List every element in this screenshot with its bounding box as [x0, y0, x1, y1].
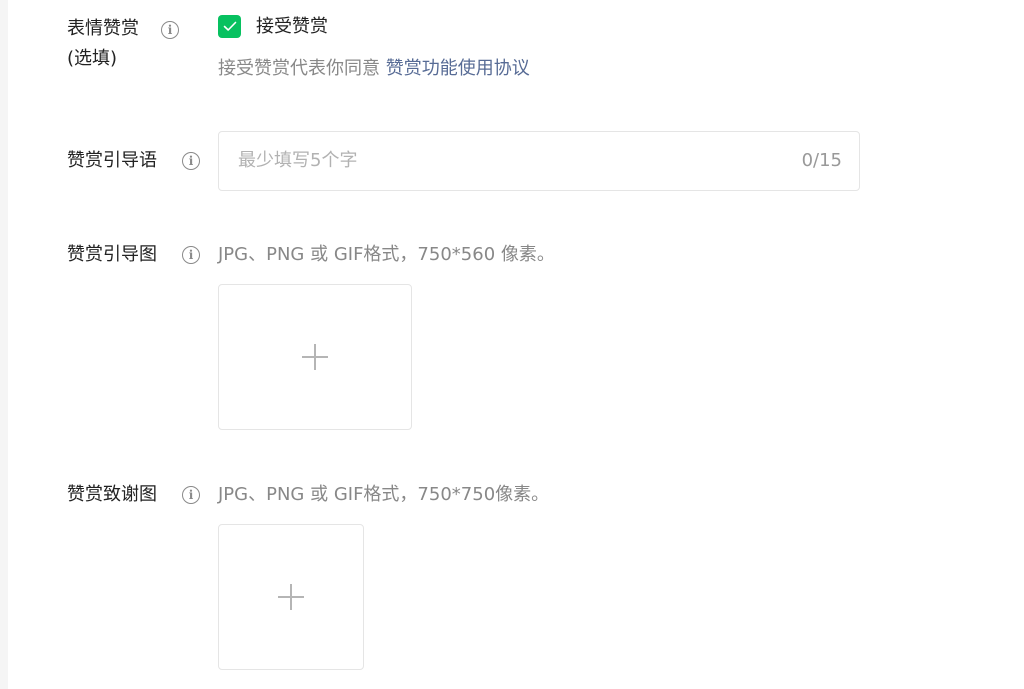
info-circle-icon[interactable]: i	[182, 152, 200, 170]
agreement-prefix: 接受赞赏代表你同意	[218, 58, 386, 79]
agreement-hint: 接受赞赏代表你同意 赞赏功能使用协议	[218, 54, 530, 84]
guide-text-char-counter: 0/15	[801, 150, 842, 171]
thanks-image-format-hint: JPG、PNG 或 GIF格式，750*750像素。	[218, 484, 550, 505]
checkmark-icon	[223, 21, 236, 31]
accept-reward-checkbox[interactable]	[218, 15, 241, 38]
agreement-link[interactable]: 赞赏功能使用协议	[386, 58, 530, 79]
guide-image-upload-button[interactable]	[218, 284, 412, 430]
guide-text-input[interactable]: 最少填写5个字 0/15	[218, 131, 860, 191]
reward-label: 表情赞赏 (选填)	[67, 14, 139, 74]
guide-text-placeholder: 最少填写5个字	[238, 150, 358, 171]
plus-icon	[278, 584, 304, 610]
guide-image-format-hint: JPG、PNG 或 GIF格式，750*560 像素。	[218, 244, 555, 265]
reward-settings-form: 表情赞赏 (选填) i 接受赞赏 接受赞赏代表你同意 赞赏功能使用协议 赞赏引导…	[0, 0, 1024, 689]
thanks-image-upload-button[interactable]	[218, 524, 364, 670]
info-circle-icon[interactable]: i	[161, 21, 179, 39]
accept-reward-label[interactable]: 接受赞赏	[256, 12, 328, 42]
reward-label-optional: (选填)	[67, 48, 118, 69]
info-circle-icon[interactable]: i	[182, 486, 200, 504]
left-panel-edge	[0, 0, 8, 689]
guide-image-label: 赞赏引导图	[67, 244, 157, 265]
thanks-image-label: 赞赏致谢图	[67, 484, 157, 505]
info-circle-icon[interactable]: i	[182, 246, 200, 264]
reward-label-text: 表情赞赏	[67, 18, 139, 39]
plus-icon	[302, 344, 328, 370]
guide-text-label: 赞赏引导语	[67, 150, 157, 171]
